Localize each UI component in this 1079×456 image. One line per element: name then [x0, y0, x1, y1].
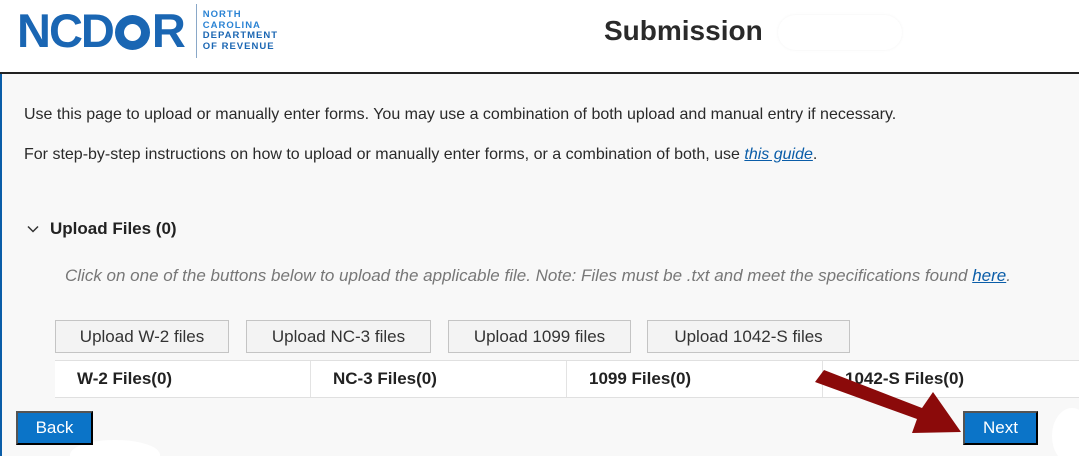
page-title: Submission [604, 15, 763, 46]
ncdor-logo: NCD R NORTH CAROLINA DEPARTMENT OF REVENU… [17, 4, 278, 58]
file-counts-tabs: W-2 Files(0) NC-3 Files(0) 1099 Files(0)… [55, 360, 1079, 398]
logo-divider [195, 4, 197, 58]
logo-department-name: NORTH CAROLINA DEPARTMENT OF REVENUE [202, 9, 279, 52]
redaction-patch [1052, 408, 1079, 456]
upload-1042s-button[interactable]: Upload 1042-S files [647, 320, 850, 353]
tab-1042s-files[interactable]: 1042-S Files(0) [823, 361, 1079, 397]
page-header: NCD R NORTH CAROLINA DEPARTMENT OF REVENU… [0, 0, 1079, 74]
upload-1099-button[interactable]: Upload 1099 files [448, 320, 631, 353]
upload-files-section-toggle[interactable]: Upload Files (0) [26, 219, 177, 239]
tab-1099-files[interactable]: 1099 Files(0) [567, 361, 823, 397]
upload-nc3-button[interactable]: Upload NC-3 files [246, 320, 431, 353]
tab-nc3-files[interactable]: NC-3 Files(0) [311, 361, 567, 397]
upload-w2-button[interactable]: Upload W-2 files [55, 320, 229, 353]
guide-link[interactable]: this guide [744, 146, 813, 163]
upload-note: Click on one of the buttons below to upl… [65, 266, 1011, 285]
back-button[interactable]: Back [16, 411, 93, 445]
logo-wordmark: NCD R [17, 4, 186, 57]
tab-w2-files[interactable]: W-2 Files(0) [55, 361, 311, 397]
chevron-down-icon [27, 225, 39, 233]
next-button[interactable]: Next [963, 411, 1038, 445]
specifications-link[interactable]: here [972, 266, 1006, 285]
intro-text: Use this page to upload or manually ente… [24, 106, 897, 123]
redaction-patch [778, 15, 902, 50]
upload-files-heading: Upload Files (0) [50, 219, 177, 238]
instructions-text: For step-by-step instructions on how to … [24, 146, 818, 163]
